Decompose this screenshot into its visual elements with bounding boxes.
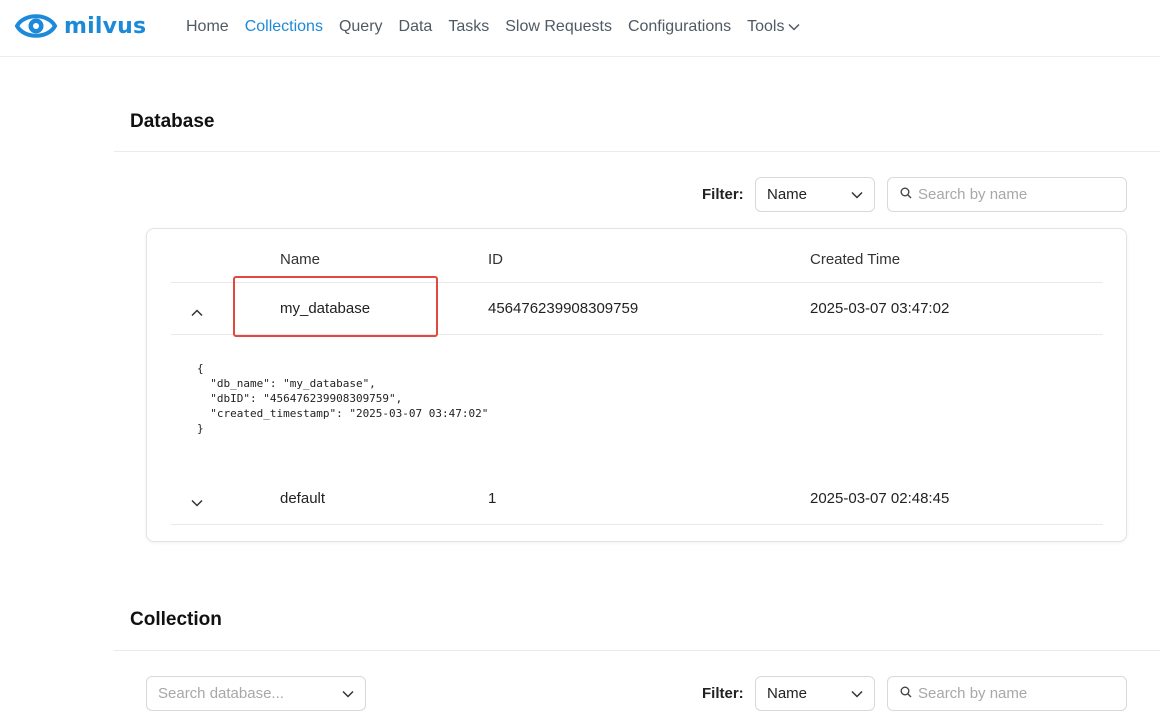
top-navigation-bar: milvus Home Collections Query Data Tasks… xyxy=(0,0,1160,57)
table-row-divider xyxy=(171,334,1103,335)
chevron-down-icon xyxy=(851,685,863,702)
collection-section-title: Collection xyxy=(130,609,222,630)
database-table-card: Name ID Created Time my_database 4564762… xyxy=(146,228,1127,542)
nav-collections[interactable]: Collections xyxy=(245,18,323,36)
chevron-down-icon xyxy=(342,685,354,702)
nav-tasks[interactable]: Tasks xyxy=(448,18,489,36)
database-picker-select[interactable]: Search database... xyxy=(146,676,366,711)
section-divider xyxy=(114,650,1160,651)
database-section-title: Database xyxy=(130,111,215,132)
chevron-down-icon xyxy=(851,186,863,203)
database-filter-label: Filter: xyxy=(702,186,744,203)
search-icon xyxy=(900,186,912,204)
column-header-id[interactable]: ID xyxy=(488,251,503,268)
nav-tools-dropdown[interactable]: Tools xyxy=(747,18,801,36)
nav-query[interactable]: Query xyxy=(339,18,383,36)
chevron-down-icon xyxy=(784,18,801,36)
table-cell-id: 1 xyxy=(488,490,497,507)
database-search-input[interactable] xyxy=(918,186,1108,203)
nav-configurations[interactable]: Configurations xyxy=(628,18,731,36)
table-cell-created-time: 2025-03-07 03:47:02 xyxy=(810,300,950,317)
nav-home[interactable]: Home xyxy=(186,18,229,36)
collapse-row-button[interactable] xyxy=(191,304,203,322)
main-nav: Home Collections Query Data Tasks Slow R… xyxy=(186,18,816,36)
row-detail-json: { "db_name": "my_database", "dbID": "456… xyxy=(197,362,489,435)
search-icon xyxy=(900,685,912,703)
database-filter-select-value: Name xyxy=(767,186,808,203)
section-divider xyxy=(114,151,1160,152)
collection-filter-select-value: Name xyxy=(767,685,808,702)
nav-tools-label: Tools xyxy=(747,18,785,35)
nav-data[interactable]: Data xyxy=(399,18,433,36)
table-cell-name[interactable]: default xyxy=(280,490,325,507)
chevron-down-icon xyxy=(191,494,203,511)
table-header-divider xyxy=(171,282,1103,283)
column-header-created-time[interactable]: Created Time xyxy=(810,251,900,268)
table-cell-id: 456476239908309759 xyxy=(488,300,639,317)
nav-slow-requests[interactable]: Slow Requests xyxy=(505,18,612,36)
collection-filter-label: Filter: xyxy=(702,685,744,702)
database-search-box[interactable] xyxy=(887,177,1127,212)
column-header-name[interactable]: Name xyxy=(280,251,320,268)
table-row-divider xyxy=(171,524,1103,525)
table-cell-created-time: 2025-03-07 02:48:45 xyxy=(810,490,950,507)
database-filter-select[interactable]: Name xyxy=(755,177,875,212)
collection-filter-select[interactable]: Name xyxy=(755,676,875,711)
chevron-up-icon xyxy=(191,304,203,321)
collection-search-box[interactable] xyxy=(887,676,1127,711)
milvus-eye-icon xyxy=(14,9,58,43)
collection-search-input[interactable] xyxy=(918,685,1108,702)
database-picker-placeholder: Search database... xyxy=(158,685,284,702)
table-cell-name[interactable]: my_database xyxy=(280,300,370,317)
logo-text: milvus xyxy=(64,13,147,39)
expand-row-button[interactable] xyxy=(191,494,203,512)
milvus-logo[interactable]: milvus xyxy=(14,9,146,43)
